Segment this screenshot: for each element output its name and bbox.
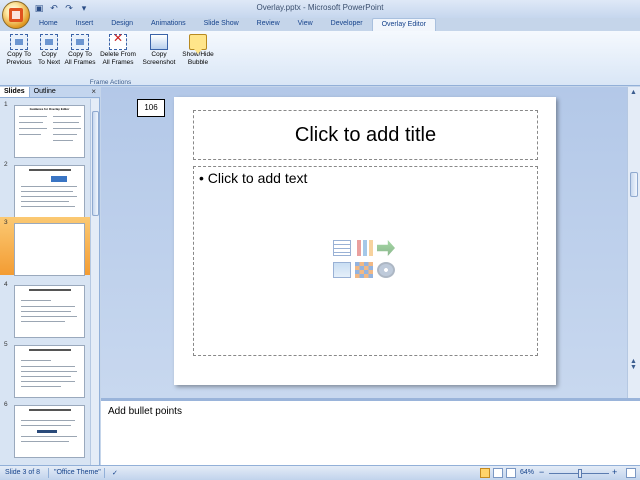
insert-content-icons [333,240,399,284]
thumbnail-preview: Guidance for Overlay Editor [14,105,85,158]
tab-design[interactable]: Design [102,18,142,32]
scroll-thumb[interactable] [92,111,99,216]
tab-view[interactable]: View [289,18,322,32]
copy-to-all-frames-button[interactable]: Copy To All Frames [63,33,97,66]
tab-animations[interactable]: Animations [142,18,195,32]
button-label: To Next [37,58,61,66]
thumbnail-number: 5 [4,341,8,348]
slide-sorter-view-button[interactable] [493,468,503,478]
insert-chart-icon[interactable] [355,240,373,256]
office-button[interactable] [2,1,30,29]
thumbnail-preview [14,345,85,398]
button-label: Delete From [100,51,136,58]
button-label: Copy [151,51,167,58]
slide-info: Slide 3 of 8 [5,469,41,476]
screenshot-icon [150,34,168,50]
window-title: Overlay.pptx - Microsoft PowerPoint [256,3,384,12]
button-label: Copy To [68,51,92,58]
zoom-out-icon[interactable]: − [539,467,544,477]
slide-thumbnail-3[interactable]: 3 [0,217,90,276]
thumbnail-number: 1 [4,101,8,108]
content-placeholder[interactable]: • Click to add text [193,166,538,356]
copy-screenshot-button[interactable]: Copy Screenshot [139,33,179,66]
slide-canvas[interactable]: Click to add title • Click to add text [174,97,556,385]
copy-to-next-button[interactable]: Copy To Next [35,33,63,66]
thumbnail-number: 6 [4,401,8,408]
button-label: All Frames [102,58,134,66]
frame-copy-icon [10,34,28,50]
tab-insert[interactable]: Insert [67,18,103,32]
group-label: Frame Actions [89,79,132,86]
thumbnail-preview [14,405,85,458]
slide-show-view-button[interactable] [506,468,516,478]
thumbnail-scrollbar[interactable] [90,99,99,465]
button-label: Screenshot [142,58,176,66]
button-label: Bubble [187,58,209,66]
spell-check-icon[interactable]: ✓ [112,469,118,477]
button-label: Copy [41,51,57,58]
title-bar: ▣ ↶ ↷ ▾ Overlay.pptx - Microsoft PowerPo… [0,0,640,18]
delete-frame-icon [109,34,127,50]
slide-editor: 106 Click to add title • Click to add te… [101,87,627,398]
thumbnail-list: 1 Guidance for Overlay Editor 2 3 4 5 6 [0,99,90,465]
ribbon: Copy To Previous Copy To Next Copy To Al… [0,31,640,86]
body-placeholder-text: • Click to add text [199,170,308,186]
copy-to-previous-button[interactable]: Copy To Previous [3,33,35,66]
button-label: All Frames [64,58,96,66]
tab-overlay-editor[interactable]: Overlay Editor [371,18,436,32]
frame-actions-group: Copy To Previous Copy To Next Copy To Al… [3,33,218,86]
fit-slide-button[interactable] [626,468,636,478]
thumbnail-number: 3 [4,219,8,226]
ribbon-tabs: Home Insert Design Animations Slide Show… [30,18,436,32]
tab-home[interactable]: Home [30,18,67,32]
button-label: Copy To [7,51,31,58]
frame-copy-icon [71,34,89,50]
status-bar: Slide 3 of 8 "Office Theme" ✓ 64% − + [0,465,640,480]
insert-table-icon[interactable] [333,240,351,256]
insert-clipart-icon[interactable] [355,262,373,278]
frame-counter: 106 [137,99,165,117]
insert-picture-icon[interactable] [333,262,351,278]
zoom-slider-handle[interactable] [578,469,582,478]
pane-tabs: Slides Outline × [0,87,100,98]
tab-outline[interactable]: Outline [30,87,60,97]
thumbnail-number: 2 [4,161,8,168]
slide-scrollbar[interactable]: ▲ ▲ ▼ [627,87,640,398]
thumbnail-preview [14,223,85,276]
tab-slides[interactable]: Slides [0,87,30,97]
notes-pane[interactable]: Add bullet points [101,398,640,465]
thumbnail-preview [14,285,85,338]
office-logo-icon [9,8,23,22]
notes-text: Add bullet points [108,406,182,417]
delete-from-all-frames-button[interactable]: Delete From All Frames [97,33,139,66]
normal-view-button[interactable] [480,468,490,478]
scroll-thumb[interactable] [630,172,638,197]
zoom-level[interactable]: 64% [520,469,534,476]
slide-thumbnail-5[interactable]: 5 [0,339,90,398]
close-pane-icon[interactable]: × [91,87,96,96]
slide-thumbnail-1[interactable]: 1 Guidance for Overlay Editor [0,99,90,158]
theme-name: "Office Theme" [54,469,101,476]
title-placeholder[interactable]: Click to add title [193,110,538,160]
button-label: Previous [6,58,32,66]
slide-thumbnail-2[interactable]: 2 [0,159,90,218]
bubble-icon [189,34,207,54]
zoom-in-icon[interactable]: + [612,467,617,477]
slide-thumbnail-6[interactable]: 6 [0,399,90,458]
scroll-up-icon[interactable]: ▲ [630,89,637,96]
tab-slide-show[interactable]: Slide Show [195,18,248,32]
slides-pane: Slides Outline × 1 Guidance for Overlay … [0,87,100,465]
tab-review[interactable]: Review [248,18,289,32]
frame-copy-icon [40,34,58,50]
thumbnail-number: 4 [4,281,8,288]
thumbnail-preview [14,165,85,218]
thumbnail-title: Guidance for Overlay Editor [29,107,70,111]
slide-thumbnail-4[interactable]: 4 [0,279,90,338]
insert-media-icon[interactable] [377,262,395,278]
show-hide-bubble-button[interactable]: Show/Hide Bubble [179,33,217,66]
insert-smartart-icon[interactable] [377,240,395,256]
next-slide-icon[interactable]: ▲ ▼ [630,358,637,371]
tab-developer[interactable]: Developer [322,18,372,32]
